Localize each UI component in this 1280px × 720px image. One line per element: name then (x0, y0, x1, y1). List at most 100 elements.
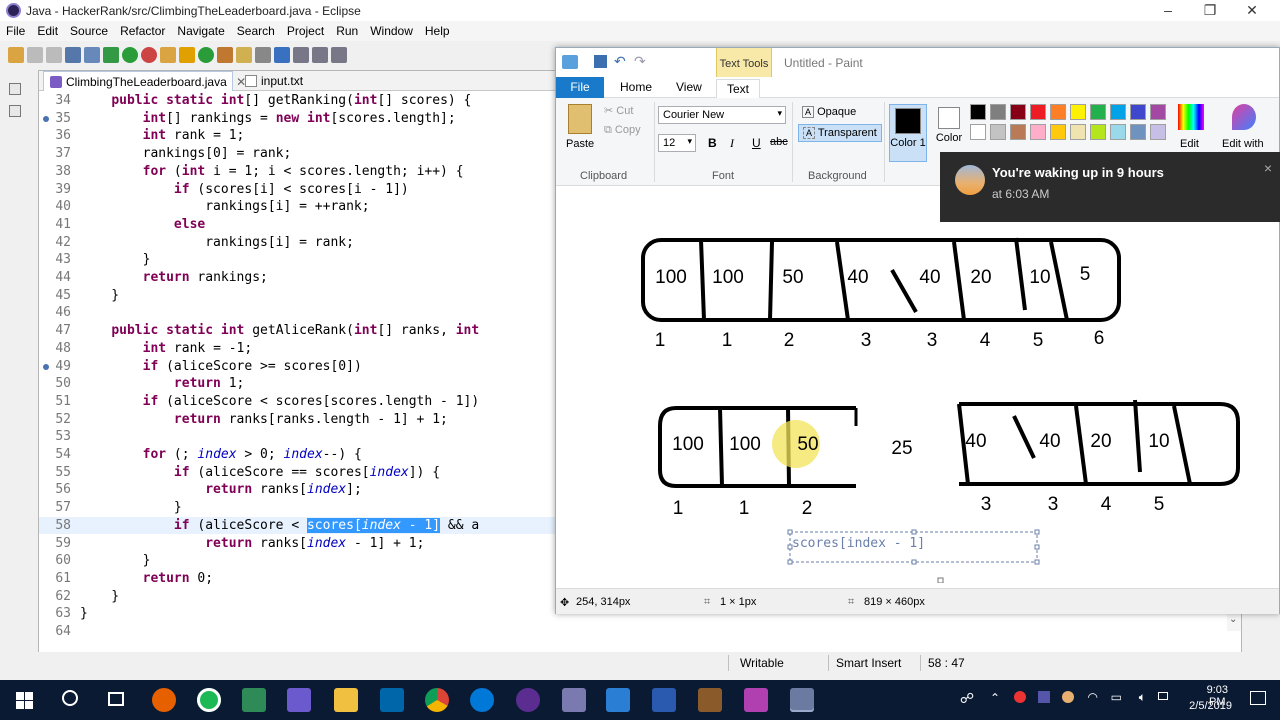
menu-run[interactable]: Run (330, 24, 364, 38)
menu-navigate[interactable]: Navigate (171, 24, 230, 38)
palette-swatch[interactable] (1130, 104, 1146, 120)
palette-swatch[interactable] (1010, 104, 1026, 120)
restore-icon[interactable]: ❐ (1188, 0, 1232, 21)
palette-swatch[interactable] (970, 104, 986, 120)
palette-swatch[interactable] (990, 104, 1006, 120)
tab-file[interactable]: File (556, 77, 604, 98)
minimize-icon[interactable]: – (1146, 0, 1190, 21)
palette-swatch[interactable] (990, 124, 1006, 140)
palette-swatch[interactable] (1130, 124, 1146, 140)
palette-swatch[interactable] (1030, 124, 1046, 140)
override-marker-icon[interactable] (43, 363, 49, 370)
spreadsheet-icon[interactable] (242, 688, 266, 712)
menu-edit[interactable]: Edit (31, 24, 64, 38)
tab-view[interactable]: View (676, 80, 702, 94)
palette-swatch[interactable] (1050, 104, 1066, 120)
palette-swatch[interactable] (1110, 104, 1126, 120)
font-size-select[interactable]: 12 ▾ (658, 134, 696, 152)
paint3d-icon[interactable] (1232, 104, 1256, 130)
menu-file[interactable]: File (0, 24, 31, 38)
tab-home[interactable]: Home (620, 80, 652, 94)
show-whitespace-icon[interactable] (331, 47, 347, 63)
palette-swatch[interactable] (1070, 104, 1086, 120)
app-icon-gray[interactable] (562, 688, 586, 712)
people-icon[interactable]: ☍ (960, 690, 974, 707)
palette-swatch[interactable] (1010, 124, 1026, 140)
new-package-icon[interactable] (179, 47, 195, 63)
copy-button[interactable]: ⧉ Copy (604, 124, 641, 137)
new-icon[interactable] (8, 47, 24, 63)
paint-taskbar-icon[interactable] (790, 688, 814, 712)
app-icon-blue[interactable] (380, 688, 404, 712)
chevron-down-icon[interactable]: ⌄ (1229, 614, 1237, 625)
app-icon-doc[interactable] (606, 688, 630, 712)
coverage-icon[interactable] (141, 47, 157, 63)
paste-button[interactable]: Paste (566, 138, 594, 150)
edit-colors-label[interactable]: Edit (1180, 138, 1199, 150)
windows-start-icon[interactable] (16, 692, 33, 709)
canvas-area[interactable]: 100 100 50 40 40 20 10 5 1 1 2 3 3 4 5 6 (556, 186, 1280, 584)
run-icon[interactable] (122, 47, 138, 63)
drawing-canvas[interactable]: 100 100 50 40 40 20 10 5 1 1 2 3 3 4 5 6 (556, 186, 1280, 584)
terminal-icon[interactable] (65, 47, 81, 63)
save-icon[interactable] (27, 47, 43, 63)
show-hidden-icon[interactable]: ⌃ (990, 691, 1000, 705)
menu-help[interactable]: Help (419, 24, 456, 38)
edit-with-paint3d-label[interactable]: Edit with (1222, 138, 1264, 150)
tray-app-icon[interactable] (1014, 691, 1026, 703)
code-line[interactable]: 64 (39, 623, 1239, 641)
mark-occurrences-icon[interactable] (274, 47, 290, 63)
skip-breakpoints-icon[interactable] (84, 47, 100, 63)
quick-save-icon[interactable] (594, 55, 607, 68)
palette-swatch[interactable] (1150, 104, 1166, 120)
transparent-button[interactable]: A Transparent (798, 124, 882, 142)
app-icon-purple[interactable] (287, 688, 311, 712)
menu-search[interactable]: Search (231, 24, 281, 38)
new-java-project-icon[interactable] (160, 47, 176, 63)
palette-swatch[interactable] (1150, 124, 1166, 140)
notification-close-icon[interactable]: × (1264, 160, 1272, 176)
volume-icon[interactable]: 🔈︎ (1139, 690, 1146, 705)
tray-app-icon[interactable] (1038, 691, 1050, 703)
palette-swatch[interactable] (1070, 124, 1086, 140)
override-marker-icon[interactable] (43, 115, 49, 122)
keyboard-icon[interactable] (1158, 692, 1168, 700)
palette-swatch[interactable] (1090, 104, 1106, 120)
menu-source[interactable]: Source (64, 24, 114, 38)
tray-app-icon[interactable] (1062, 691, 1074, 703)
palette-swatch[interactable] (1030, 104, 1046, 120)
palette-swatch[interactable] (970, 124, 986, 140)
tab-climbing-leaderboard[interactable]: ClimbingTheLeaderboard.java ✕ (43, 71, 246, 91)
tab-input-txt[interactable]: input.txt (239, 71, 349, 91)
palette-swatch[interactable] (1090, 124, 1106, 140)
menu-project[interactable]: Project (281, 24, 330, 38)
app-icon-media[interactable] (744, 688, 768, 712)
cut-button[interactable]: ✂ Cut (604, 104, 633, 117)
word-wrap-icon[interactable] (293, 47, 309, 63)
search-icon[interactable] (62, 690, 78, 706)
clock-date[interactable]: 2/5/2019 (1189, 700, 1232, 712)
chrome-icon[interactable] (425, 688, 449, 712)
task-view-icon[interactable] (108, 692, 124, 706)
redo-icon[interactable]: ↷ (634, 53, 646, 70)
app-icon-green[interactable] (197, 688, 221, 712)
file-explorer-icon[interactable] (334, 688, 358, 712)
app-icon-game[interactable] (698, 688, 722, 712)
block-selection-icon[interactable] (312, 47, 328, 63)
undo-icon[interactable]: ↶ (614, 53, 626, 70)
edit-colors-icon[interactable] (1178, 104, 1204, 130)
app-icon-user[interactable] (652, 688, 676, 712)
italic-button[interactable]: I (730, 136, 734, 151)
open-type-icon[interactable] (217, 47, 233, 63)
text-box-content[interactable]: scores[index - 1] (792, 536, 925, 551)
new-class-icon[interactable] (198, 47, 214, 63)
palette-swatch[interactable] (1110, 124, 1126, 140)
tab-text[interactable]: Text (716, 79, 761, 98)
restore-view-icon[interactable] (9, 83, 21, 95)
wake-notification[interactable]: You're waking up in 9 hours at 6:03 AM × (940, 152, 1280, 222)
menu-window[interactable]: Window (364, 24, 419, 38)
wifi-icon[interactable]: ◠ (1088, 690, 1098, 704)
paste-icon[interactable] (568, 104, 592, 134)
search-icon[interactable] (236, 47, 252, 63)
opaque-button[interactable]: A Opaque (798, 104, 860, 122)
